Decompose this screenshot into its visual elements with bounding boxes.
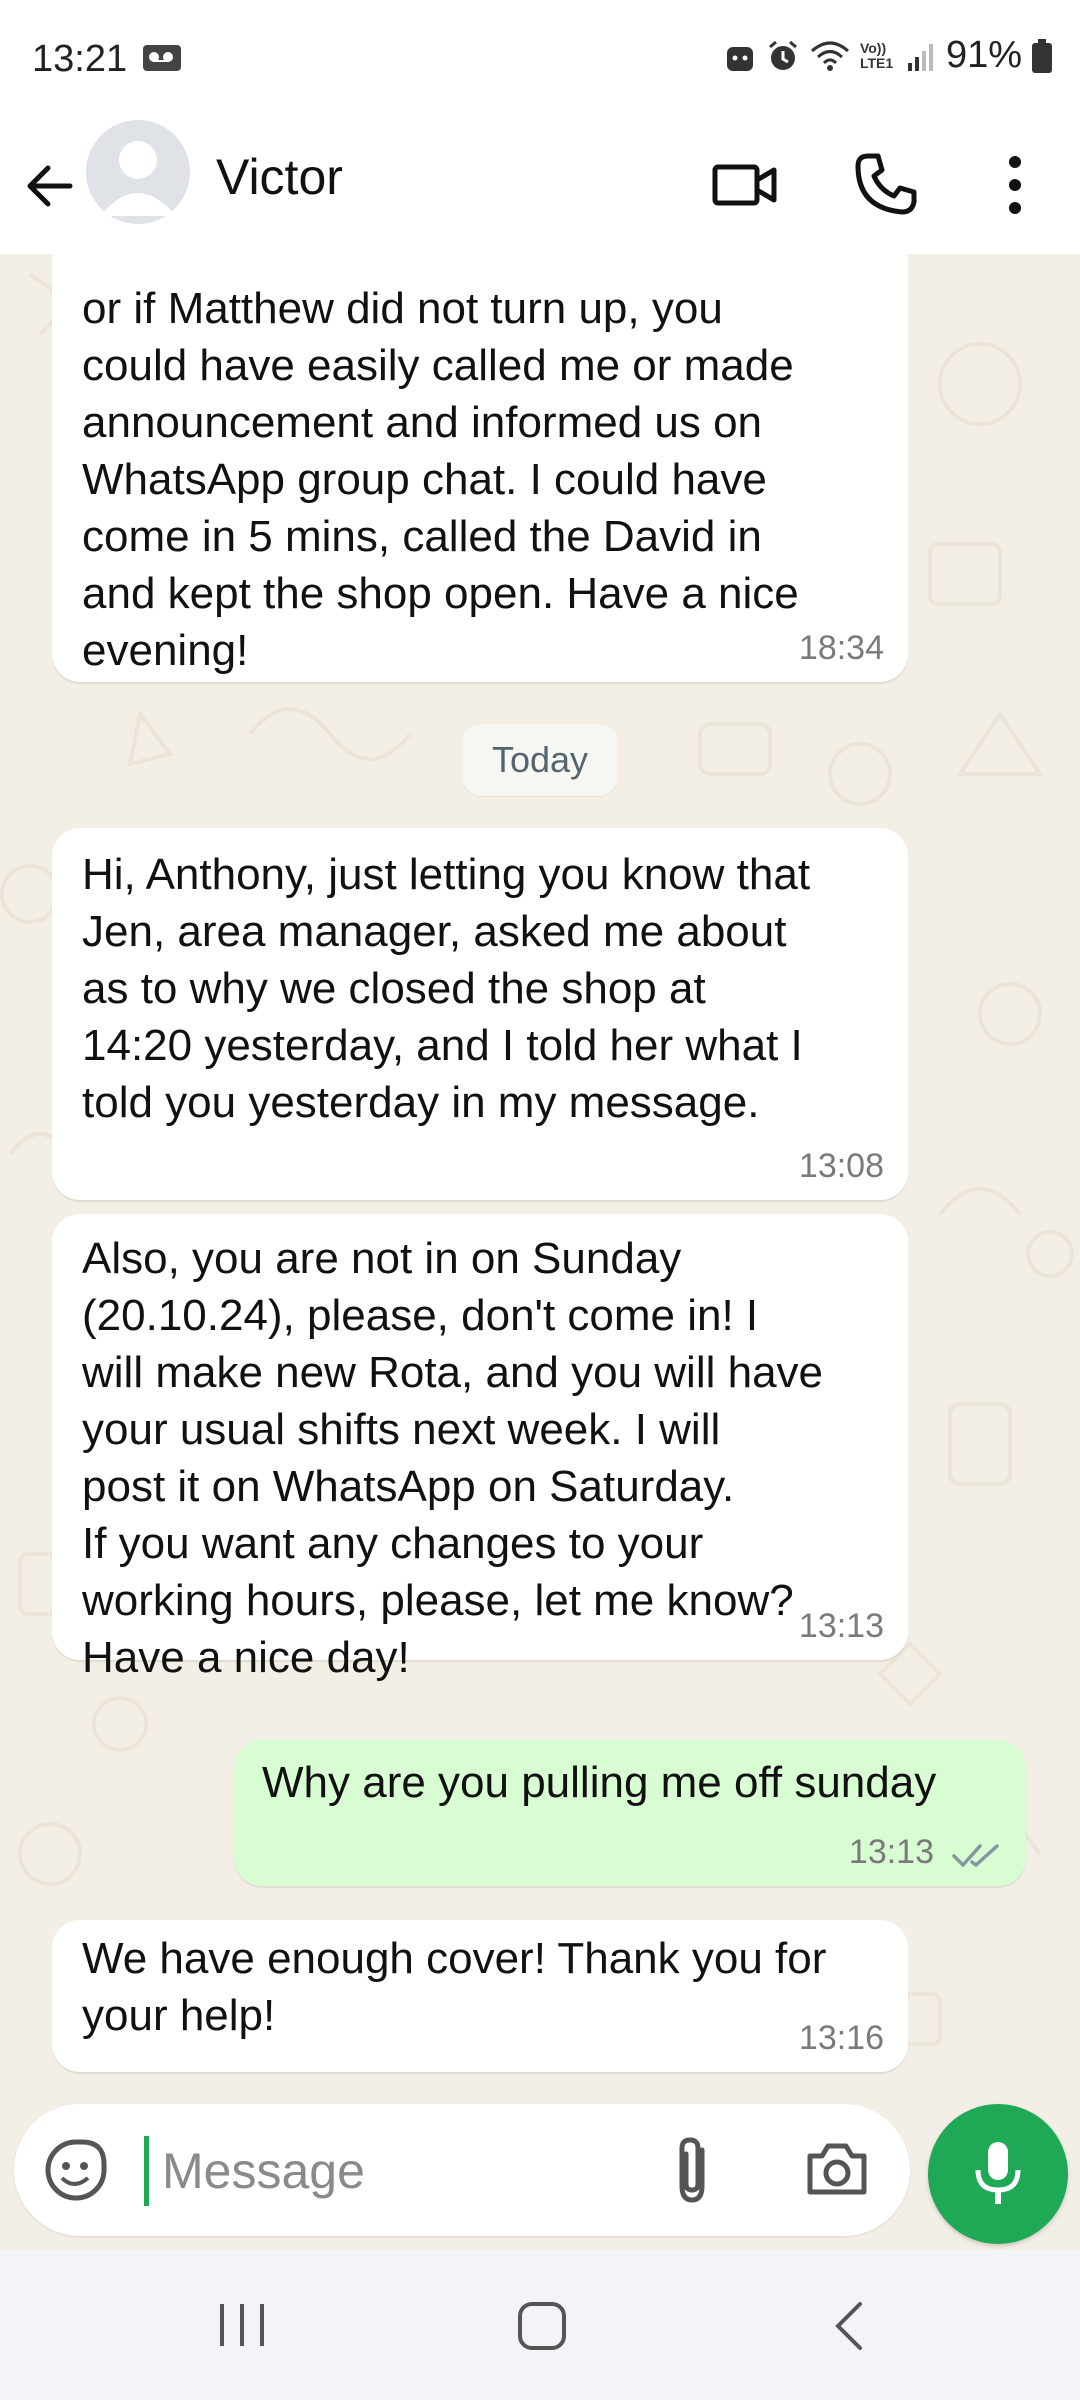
wifi-icon <box>810 41 849 71</box>
date-separator-label: Today <box>491 739 589 780</box>
battery-icon <box>1032 38 1052 73</box>
message-time: 18:34 <box>798 629 884 667</box>
message-bubble-outgoing[interactable]: Why are you pulling me off sunday 13:13 <box>234 1740 1026 1886</box>
home-icon[interactable] <box>516 2300 568 2352</box>
message-time: 13:08 <box>798 1147 884 1185</box>
message-time: 13:13 <box>848 1833 934 1871</box>
message-bubble-incoming[interactable]: or if Matthew did not turn up, you could… <box>52 254 908 682</box>
contact-name[interactable]: Victor <box>216 148 343 206</box>
android-icon <box>726 46 753 71</box>
status-bar: 13:21 Vo)) LTE1 91% <box>0 0 1080 120</box>
system-nav-bar <box>0 2250 1080 2400</box>
microphone-icon <box>975 2142 1021 2204</box>
more-options-icon[interactable] <box>990 150 1040 220</box>
voice-message-button[interactable] <box>928 2104 1068 2244</box>
delivered-ticks-icon <box>952 1844 999 1868</box>
network-label: Vo)) LTE1 <box>859 39 894 71</box>
text-cursor <box>144 2136 149 2206</box>
recent-apps-icon[interactable] <box>212 2300 272 2350</box>
chat-header: Victor <box>0 120 1080 254</box>
attach-paperclip-icon[interactable] <box>668 2134 716 2206</box>
date-separator: Today <box>462 724 618 796</box>
alarm-icon <box>768 40 797 70</box>
video-call-icon[interactable] <box>710 150 780 220</box>
chat-area[interactable]: or if Matthew did not turn up, you could… <box>0 254 1080 2250</box>
message-text: Why are you pulling me off sunday <box>262 1758 937 1807</box>
status-time: 13:21 <box>32 38 128 80</box>
phone-call-icon[interactable] <box>850 150 920 220</box>
nav-back-icon[interactable] <box>828 2300 868 2352</box>
message-bubble-incoming[interactable]: We have enough cover! Thank you for your… <box>52 1920 908 2072</box>
message-text: Also, you are not in on Sunday (20.10.24… <box>82 1234 824 1682</box>
message-text: Hi, Anthony, just letting you know that … <box>82 850 811 1127</box>
camera-icon[interactable] <box>804 2136 870 2202</box>
message-input[interactable] <box>160 2132 664 2210</box>
voicemail-notification-icon <box>143 45 181 71</box>
signal-strength-icon <box>907 43 933 71</box>
message-time: 13:13 <box>798 1607 884 1645</box>
message-bubble-incoming[interactable]: Hi, Anthony, just letting you know that … <box>52 828 908 1200</box>
message-composer <box>14 2104 910 2236</box>
emoji-sticker-icon[interactable] <box>44 2138 108 2202</box>
message-text: or if Matthew did not turn up, you could… <box>82 284 799 675</box>
status-icons: Vo)) LTE1 91% <box>724 34 1052 77</box>
avatar[interactable] <box>86 120 190 224</box>
message-text: We have enough cover! Thank you for your… <box>82 1934 827 2040</box>
battery-percent: 91% <box>945 34 1022 76</box>
back-arrow-icon[interactable] <box>20 156 80 216</box>
message-time: 13:16 <box>798 2019 884 2057</box>
message-bubble-incoming[interactable]: Also, you are not in on Sunday (20.10.24… <box>52 1214 908 1682</box>
